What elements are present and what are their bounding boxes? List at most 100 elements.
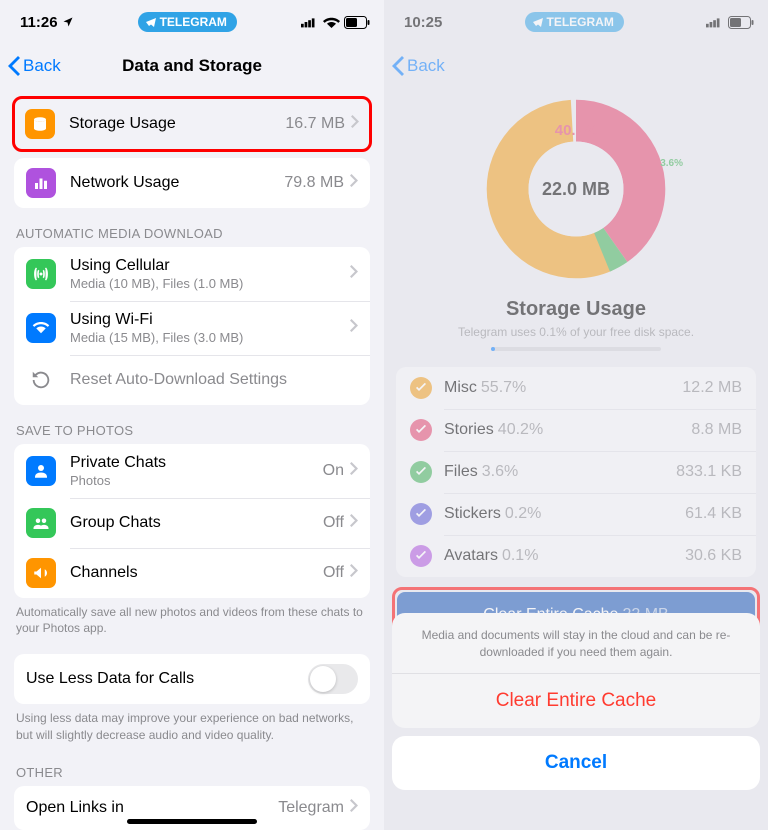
storage-usage-highlight: Storage Usage 16.7 MB bbox=[12, 96, 372, 152]
channels-title: Channels bbox=[70, 564, 323, 582]
category-row[interactable]: Avatars 0.1% 30.6 KB bbox=[396, 535, 756, 577]
chart-icon bbox=[26, 168, 56, 198]
right-screen: 10:25 TELEGRAM Back 22.0 MB 40.2% 55.7% bbox=[384, 0, 768, 830]
category-size: 61.4 KB bbox=[685, 505, 742, 523]
group-icon bbox=[26, 508, 56, 538]
category-name: Misc bbox=[444, 379, 477, 397]
category-row[interactable]: Files 3.6% 833.1 KB bbox=[396, 451, 756, 493]
status-icons bbox=[301, 16, 370, 29]
status-time: 11:26 bbox=[20, 14, 58, 31]
using-cellular-title: Using Cellular bbox=[70, 257, 350, 275]
use-less-data-title: Use Less Data for Calls bbox=[26, 670, 308, 688]
category-name: Stickers bbox=[444, 505, 501, 523]
reset-auto-download-row[interactable]: Reset Auto-Download Settings bbox=[14, 355, 370, 405]
network-usage-label: Network Usage bbox=[70, 174, 284, 192]
storage-usage-value: 16.7 MB bbox=[285, 115, 345, 133]
save-to-photos-card: Private Chats Photos On Group Chats Off … bbox=[14, 444, 370, 598]
private-chats-row[interactable]: Private Chats Photos On bbox=[14, 444, 370, 498]
location-icon bbox=[62, 16, 74, 28]
reset-auto-download-label: Reset Auto-Download Settings bbox=[70, 371, 358, 389]
category-pct: 55.7% bbox=[481, 379, 526, 397]
open-links-value: Telegram bbox=[278, 799, 344, 817]
clear-entire-cache-button[interactable]: Clear Entire Cache22 MB bbox=[397, 592, 755, 638]
auto-download-card: Using Cellular Media (10 MB), Files (1.0… bbox=[14, 247, 370, 405]
category-row[interactable]: Misc 55.7% 12.2 MB bbox=[396, 367, 756, 409]
bg-channels-value: 1 week bbox=[681, 674, 729, 691]
undo-icon bbox=[26, 365, 56, 395]
category-pct: 0.2% bbox=[505, 505, 541, 523]
check-icon bbox=[410, 377, 432, 399]
category-name: Stories bbox=[444, 421, 494, 439]
home-indicator[interactable] bbox=[127, 819, 257, 824]
use-less-data-row[interactable]: Use Less Data for Calls bbox=[14, 654, 370, 704]
category-row[interactable]: Stickers 0.2% 61.4 KB bbox=[396, 493, 756, 535]
category-name: Avatars bbox=[444, 547, 498, 565]
page-title: Data and Storage bbox=[122, 56, 262, 76]
storage-donut-chart: 22.0 MB 40.2% 55.7% 3.6% bbox=[481, 94, 671, 284]
donut-small-pct: 3.6% bbox=[660, 158, 683, 169]
use-less-data-toggle[interactable] bbox=[308, 664, 358, 694]
chevron-right-icon bbox=[351, 115, 359, 133]
cellular-icon bbox=[26, 259, 56, 289]
megaphone-icon bbox=[410, 667, 440, 697]
status-bar: 10:25 TELEGRAM bbox=[384, 0, 768, 44]
group-chats-row[interactable]: Group Chats Off bbox=[14, 498, 370, 548]
donut-top-pct: 40.2% bbox=[555, 122, 598, 139]
sheet-cancel-button[interactable]: Cancel bbox=[392, 736, 760, 790]
chevron-right-icon bbox=[350, 462, 358, 480]
storage-usage-title: Storage Usage bbox=[506, 298, 646, 321]
storage-usage-label: Storage Usage bbox=[69, 115, 285, 133]
auto-download-header: AUTOMATIC MEDIA DOWNLOAD bbox=[0, 208, 384, 247]
disk-usage-bar bbox=[491, 347, 661, 351]
other-header: OTHER bbox=[0, 747, 384, 786]
category-pct: 0.1% bbox=[502, 547, 538, 565]
category-size: 30.6 KB bbox=[685, 547, 742, 565]
chevron-right-icon bbox=[350, 564, 358, 582]
back-button[interactable]: Back bbox=[392, 56, 445, 76]
category-pct: 3.6% bbox=[482, 463, 518, 481]
storage-usage-subtitle: Telegram uses 0.1% of your free disk spa… bbox=[458, 325, 694, 339]
megaphone-icon bbox=[26, 558, 56, 588]
channels-row[interactable]: Channels Off bbox=[14, 548, 370, 598]
using-wifi-row[interactable]: Using Wi-Fi Media (15 MB), Files (3.0 MB… bbox=[14, 301, 370, 355]
categories-card: Misc 55.7% 12.2 MB Stories 40.2% 8.8 MB … bbox=[396, 367, 756, 577]
chevron-right-icon bbox=[350, 265, 358, 283]
category-row[interactable]: Stories 40.2% 8.8 MB bbox=[396, 409, 756, 451]
group-chats-value: Off bbox=[323, 514, 344, 532]
telegram-pill[interactable]: TELEGRAM bbox=[138, 12, 237, 32]
left-screen: 11:26 TELEGRAM Back Data and Storage Sto… bbox=[0, 0, 384, 830]
private-chats-value: On bbox=[323, 462, 344, 480]
category-name: Files bbox=[444, 463, 478, 481]
channels-value: Off bbox=[323, 564, 344, 582]
nav-bar: Back Data and Storage bbox=[0, 44, 384, 88]
bg-channels-label: Channels bbox=[454, 673, 522, 691]
status-time: 10:25 bbox=[404, 14, 442, 31]
network-usage-value: 79.8 MB bbox=[284, 174, 344, 192]
category-size: 12.2 MB bbox=[682, 379, 742, 397]
private-chats-title: Private Chats bbox=[70, 454, 323, 472]
category-pct: 40.2% bbox=[498, 421, 543, 439]
save-to-photos-header: SAVE TO PHOTOS bbox=[0, 405, 384, 444]
wifi-icon bbox=[26, 313, 56, 343]
less-data-card: Use Less Data for Calls bbox=[14, 654, 370, 704]
check-icon bbox=[410, 503, 432, 525]
status-bar: 11:26 TELEGRAM bbox=[0, 0, 384, 44]
usage-card: Network Usage 79.8 MB bbox=[14, 158, 370, 208]
check-icon bbox=[410, 419, 432, 441]
nav-bar: Back bbox=[384, 44, 768, 88]
private-chats-sub: Photos bbox=[70, 473, 323, 488]
telegram-pill[interactable]: TELEGRAM bbox=[525, 12, 624, 32]
chevron-right-icon bbox=[350, 174, 358, 192]
storage-usage-row[interactable]: Storage Usage 16.7 MB bbox=[15, 99, 369, 149]
using-cellular-row[interactable]: Using Cellular Media (10 MB), Files (1.0… bbox=[14, 247, 370, 301]
using-wifi-title: Using Wi-Fi bbox=[70, 311, 350, 329]
using-wifi-sub: Media (15 MB), Files (3.0 MB) bbox=[70, 330, 350, 345]
bg-channels-row[interactable]: Channels 1 week bbox=[396, 657, 756, 707]
category-size: 833.1 KB bbox=[676, 463, 742, 481]
storage-donut-section: 22.0 MB 40.2% 55.7% 3.6% Storage Usage T… bbox=[384, 88, 768, 351]
check-icon bbox=[410, 461, 432, 483]
stepper-icon bbox=[732, 675, 742, 689]
network-usage-row[interactable]: Network Usage 79.8 MB bbox=[14, 158, 370, 208]
back-button[interactable]: Back bbox=[8, 56, 61, 76]
open-links-title: Open Links in bbox=[26, 799, 278, 817]
